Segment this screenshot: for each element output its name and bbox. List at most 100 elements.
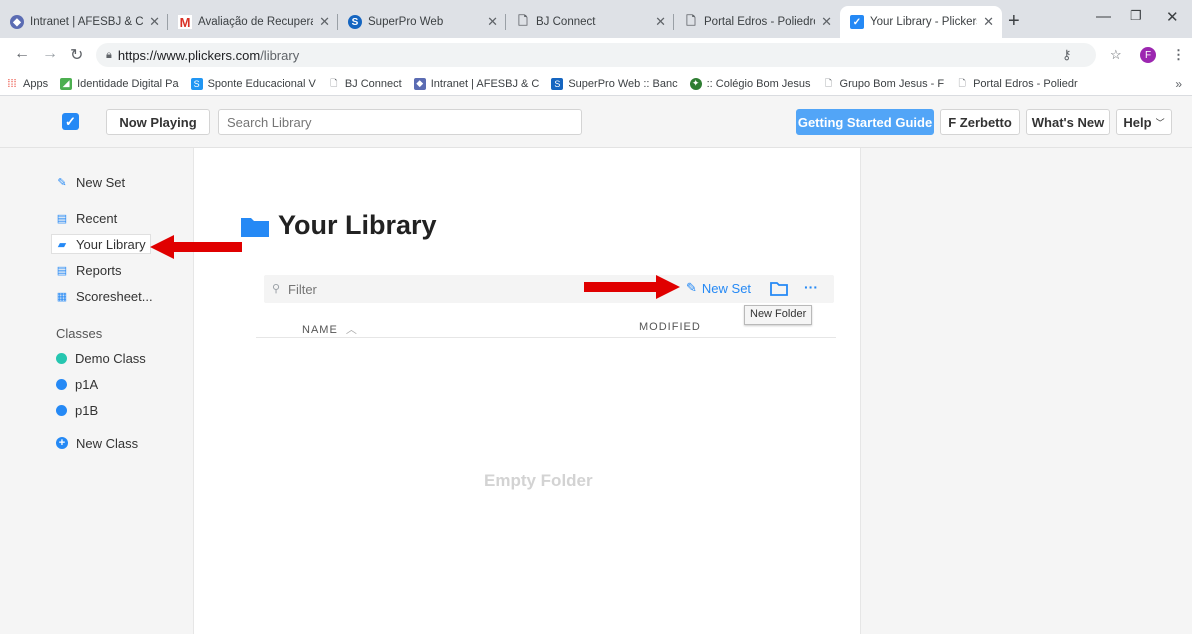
folder-icon: ▰	[57, 238, 67, 251]
sidebar-item-scoresheet[interactable]: ▦ Scoresheet...	[56, 286, 153, 306]
sidebar-item-label: Recent	[76, 210, 118, 226]
back-icon[interactable]: ←	[14, 45, 30, 63]
gmail-icon: M	[178, 14, 192, 30]
sidebar-item-reports[interactable]: ▤ Reports	[56, 260, 122, 280]
sidebar-item-label: Your Library	[76, 236, 146, 252]
page-icon: 🗋	[518, 13, 528, 28]
new-set-button[interactable]: ✎ New Set	[686, 280, 751, 296]
address-row: ← → ↻ 🔒︎ https://www.plickers.com/librar…	[0, 38, 1192, 72]
lock-icon: 🔒︎	[106, 48, 112, 61]
star-icon[interactable]: ☆	[1110, 47, 1122, 63]
bookmark-item[interactable]: 🗋 Portal Edros - Poliedr	[956, 77, 1078, 90]
sidebar-item-class[interactable]: p1A	[56, 374, 98, 394]
tab-title: Portal Edros - Poliedro	[704, 16, 816, 28]
plus-circle-icon: +	[56, 437, 68, 449]
reload-icon[interactable]: ↻	[70, 45, 83, 65]
sidebar-item-label: p1A	[75, 376, 99, 392]
class-color-dot	[56, 352, 67, 364]
sidebar-item-class[interactable]: p1B	[56, 400, 98, 420]
close-icon[interactable]: ✕	[821, 14, 832, 30]
tab-title: SuperPro Web	[368, 16, 444, 28]
bookmark-item[interactable]: ◢ Identidade Digital Pa	[60, 77, 179, 90]
bom-jesus-icon: ✦	[689, 77, 702, 90]
whats-new-button[interactable]: What's New	[1026, 109, 1110, 135]
help-button[interactable]: Help ﹀	[1116, 109, 1172, 135]
sidebar-item-label: New Set	[76, 174, 126, 190]
browser-tab-portal-edros[interactable]: 🗋 Portal Edros - Poliedro ✕	[674, 6, 840, 38]
close-icon[interactable]: ✕	[319, 14, 330, 30]
modified-column-header[interactable]: MODIFIED	[639, 321, 701, 333]
plickers-logo-icon[interactable]: ✓	[62, 113, 79, 130]
close-icon[interactable]: ✕	[655, 14, 666, 30]
profile-avatar[interactable]: F	[1140, 47, 1156, 63]
sidebar-item-new-class[interactable]: + New Class	[56, 433, 138, 453]
key-icon[interactable]: ⚷	[1062, 47, 1072, 63]
bookmark-item[interactable]: ✦:: Colégio Bom Jesus	[689, 77, 811, 90]
tab-title: Avaliação de Recuperaç	[198, 16, 314, 28]
sidebar-item-label: New Class	[76, 435, 139, 451]
plickers-icon: ✓	[850, 15, 864, 29]
superpro-icon: S	[551, 77, 564, 90]
url-path: /library	[260, 47, 300, 63]
tab-title: BJ Connect	[536, 16, 596, 28]
sidebar-item-class[interactable]: Demo Class	[56, 348, 146, 368]
bookmark-item[interactable]: ◆ Intranet | AFESBJ & C	[413, 77, 539, 90]
sidebar-item-label: p1B	[75, 402, 99, 418]
getting-started-button[interactable]: Getting Started Guide	[796, 109, 934, 135]
sidebar-item-new-set[interactable]: ✎ New Set	[56, 172, 125, 192]
bookmark-item[interactable]: S SuperPro Web :: Banc	[551, 77, 678, 90]
sidebar-item-recent[interactable]: ▤ Recent	[56, 208, 117, 228]
bookmark-item[interactable]: 🗋 BJ Connect	[328, 78, 402, 90]
menu-icon[interactable]: ⋮	[1172, 47, 1185, 63]
search-library-input[interactable]	[218, 109, 582, 135]
bookmark-item[interactable]: 🗋 Grupo Bom Jesus - F	[823, 77, 945, 90]
bookmarks-bar: ⁞⁞⁞ Apps ◢ Identidade Digital Pa S Sponte E…	[0, 72, 1192, 96]
help-label: Help	[1123, 114, 1152, 130]
browser-tab-plickers[interactable]: ✓ Your Library - Plickers ✕	[840, 6, 1002, 38]
new-set-label: New Set	[701, 280, 752, 296]
window-close-icon[interactable]: ✕	[1166, 8, 1179, 26]
browser-tab-superpro[interactable]: S SuperPro Web ✕	[338, 6, 506, 38]
url-host: https://www.plickers.com	[117, 47, 261, 63]
tab-title: Intranet | AFESBJ & CN	[30, 16, 144, 28]
user-menu-button[interactable]: F Zerbetto	[940, 109, 1020, 135]
edit-icon: ✎	[686, 280, 697, 295]
bookmark-label: Grupo Bom Jesus - F	[839, 77, 945, 90]
browser-tab-intranet[interactable]: ◆ Intranet | AFESBJ & CN ✕	[0, 6, 168, 38]
close-icon[interactable]: ✕	[149, 14, 160, 30]
now-playing-button[interactable]: Now Playing	[106, 109, 210, 135]
name-column-header[interactable]: NAME ︿	[302, 321, 358, 337]
page-icon: 🗋	[958, 77, 966, 88]
minimize-icon[interactable]: —	[1096, 8, 1111, 25]
bookmark-label: Portal Edros - Poliedr	[973, 77, 1078, 90]
chevron-double-right-icon[interactable]: »	[1175, 77, 1182, 91]
browser-tab-gmail[interactable]: M Avaliação de Recuperaç ✕	[168, 6, 338, 38]
intranet-icon: ◆	[10, 15, 24, 29]
restore-icon[interactable]: ❐	[1130, 8, 1142, 24]
page-title-text: Your Library	[278, 210, 437, 240]
bookmark-label: :: Colégio Bom Jesus	[706, 77, 811, 90]
sidebar-item-your-library[interactable]: ▰ Your Library	[51, 234, 151, 254]
sponte-icon: S	[190, 77, 203, 90]
page-title: Your Library	[240, 210, 437, 241]
classes-heading: Classes	[56, 326, 103, 341]
filter-input[interactable]	[264, 275, 594, 303]
bookmark-item[interactable]: S Sponte Educacional V	[190, 77, 316, 90]
new-folder-icon[interactable]	[770, 282, 788, 296]
more-options-icon[interactable]: ···	[804, 279, 818, 295]
chevron-up-icon: ︿	[345, 324, 358, 336]
new-tab-icon[interactable]: +	[1008, 10, 1020, 33]
page-icon: 🗋	[686, 13, 696, 28]
close-icon[interactable]: ✕	[983, 14, 994, 30]
sidebar-item-label: Scoresheet...	[76, 288, 153, 304]
address-bar[interactable]: 🔒︎ https://www.plickers.com/library	[96, 43, 1096, 67]
sidebar-item-label: Demo Class	[75, 350, 146, 366]
forward-icon[interactable]: →	[42, 45, 58, 63]
tab-title: Your Library - Plickers	[870, 16, 978, 28]
right-pane	[860, 148, 1192, 634]
close-icon[interactable]: ✕	[487, 14, 498, 30]
browser-tab-bj-connect[interactable]: 🗋 BJ Connect ✕	[506, 6, 674, 38]
bookmark-label: BJ Connect	[344, 77, 402, 90]
bookmark-label: Apps	[23, 77, 49, 90]
bookmark-apps[interactable]: ⁞⁞⁞ Apps	[6, 78, 48, 90]
